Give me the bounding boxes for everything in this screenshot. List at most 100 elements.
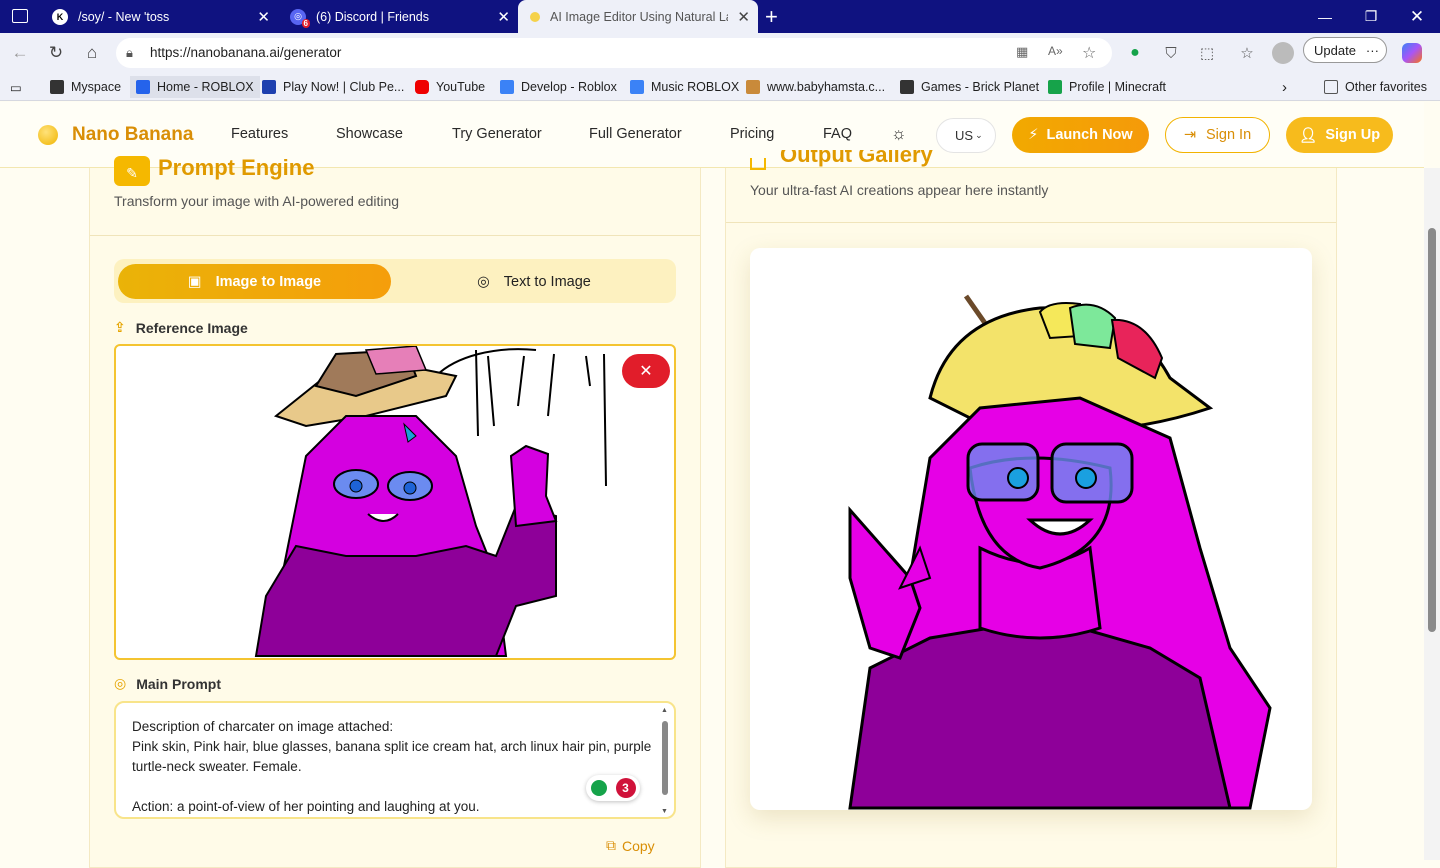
banana-logo-icon bbox=[38, 125, 58, 145]
scroll-down-icon[interactable]: ▼ bbox=[661, 808, 668, 815]
scroll-up-icon[interactable]: ▲ bbox=[661, 707, 668, 714]
language-value: US bbox=[955, 128, 974, 143]
scroll-thumb[interactable] bbox=[1428, 228, 1436, 632]
nav-faq[interactable]: FAQ bbox=[823, 126, 852, 142]
update-button[interactable]: Update ··· bbox=[1303, 37, 1387, 63]
close-icon[interactable]: ✕ bbox=[737, 8, 750, 26]
tab-discord[interactable]: ◎ 6 (6) Discord | Friends ✕ bbox=[278, 0, 518, 33]
main-prompt-label: ◎ Main Prompt bbox=[114, 675, 221, 692]
favorite-star-icon[interactable]: ☆ bbox=[1082, 43, 1096, 63]
creeper-icon bbox=[1048, 80, 1062, 94]
bookmark-home-roblox[interactable]: Home - ROBLOX bbox=[130, 76, 260, 98]
target-icon: ◎ bbox=[114, 675, 127, 691]
reference-image-dropzone[interactable]: ✕ bbox=[114, 344, 676, 660]
grammarly-count: 3 bbox=[615, 778, 636, 798]
sign-up-button[interactable]: 👤︎ Sign Up bbox=[1286, 117, 1393, 153]
extensions-icon[interactable]: ⬚ bbox=[1195, 41, 1219, 65]
youtube-icon bbox=[415, 80, 429, 94]
app-available-icon[interactable]: ▦ bbox=[1016, 44, 1028, 60]
browser-tab-bar: K /soy/ - New 'toss ✕ ◎ 6 (6) Discord | F… bbox=[0, 0, 1440, 33]
nav-full-generator[interactable]: Full Generator bbox=[589, 126, 682, 142]
launch-now-button[interactable]: ⚡︎ Launch Now bbox=[1012, 117, 1149, 153]
close-icon[interactable]: ✕ bbox=[257, 8, 270, 26]
other-favorites[interactable]: Other favorites bbox=[1324, 78, 1427, 96]
roblox-studio-icon bbox=[630, 80, 644, 94]
text-to-image-tab[interactable]: ◎ Text to Image bbox=[404, 264, 664, 299]
bookmark-develop-roblox[interactable]: Develop - Roblox bbox=[500, 78, 617, 96]
restore-button[interactable]: ❐ bbox=[1348, 0, 1394, 33]
grammarly-widget[interactable]: 3 bbox=[586, 775, 640, 801]
update-label: Update bbox=[1314, 42, 1356, 58]
bookmark-label: Other favorites bbox=[1345, 80, 1427, 94]
k-logo-icon: K bbox=[52, 8, 68, 25]
nav-try-generator[interactable]: Try Generator bbox=[452, 126, 542, 142]
back-button[interactable]: ← bbox=[8, 41, 32, 65]
output-image-frame[interactable] bbox=[750, 248, 1312, 810]
sparkle-icon: ◎ bbox=[477, 273, 490, 290]
grammarly-bulb-icon bbox=[590, 780, 607, 796]
tab-nanobanana[interactable]: AI Image Editor Using Natural Lan ✕ bbox=[518, 0, 758, 33]
theme-toggle-sun-icon[interactable]: ☼ bbox=[891, 124, 907, 144]
bookmark-myspace[interactable]: Myspace bbox=[50, 78, 121, 96]
page-scrollbar[interactable] bbox=[1424, 168, 1440, 860]
brand-name: Nano Banana bbox=[72, 124, 194, 145]
chevron-right-icon[interactable]: › bbox=[1282, 78, 1287, 96]
url-field[interactable]: 🔒︎ https://nanobanana.ai/generator ▦ A» … bbox=[116, 38, 1112, 68]
ublock-icon[interactable]: ⛉ bbox=[1159, 41, 1183, 65]
sign-in-button[interactable]: ⇥ Sign In bbox=[1165, 117, 1270, 153]
close-window-button[interactable]: ✕ bbox=[1394, 0, 1440, 33]
bookmark-label: Develop - Roblox bbox=[521, 80, 617, 94]
main-prompt-textarea[interactable]: Description of charcater on image attach… bbox=[114, 701, 676, 819]
refresh-button[interactable]: ↻ bbox=[44, 41, 68, 65]
reference-image bbox=[254, 346, 607, 657]
banana-icon bbox=[530, 11, 540, 22]
bookmark-youtube[interactable]: YouTube bbox=[415, 78, 485, 96]
bookmark-brick-planet[interactable]: Games - Brick Planet bbox=[900, 78, 1039, 96]
bookmark-club-penguin[interactable]: Play Now! | Club Pe... bbox=[262, 78, 404, 96]
chevron-down-icon: ⌄ bbox=[975, 130, 983, 140]
bookmark-label: Home - ROBLOX bbox=[157, 80, 254, 94]
nav-showcase[interactable]: Showcase bbox=[336, 126, 403, 142]
more-icon: ··· bbox=[1365, 42, 1379, 58]
minimize-button[interactable]: — bbox=[1302, 0, 1348, 33]
bookmark-babyhamsta[interactable]: www.babyhamsta.c... bbox=[746, 78, 885, 96]
bookmark-minecraft[interactable]: Profile | Minecraft bbox=[1048, 78, 1166, 96]
nav-features[interactable]: Features bbox=[231, 126, 288, 142]
notification-badge: 6 bbox=[301, 18, 310, 28]
panel-title: Output Gallery bbox=[780, 150, 933, 167]
copy-button[interactable]: ⧉ Copy bbox=[606, 837, 655, 854]
bookmark-music-roblox[interactable]: Music ROBLOX bbox=[630, 78, 739, 96]
new-tab-button[interactable]: + bbox=[765, 4, 778, 30]
roblox-studio-icon bbox=[500, 80, 514, 94]
login-icon: ⇥ bbox=[1183, 127, 1196, 143]
address-bar-row: ← ↻ ⌂ 🔒︎ https://nanobanana.ai/generator… bbox=[0, 33, 1440, 73]
scroll-thumb[interactable] bbox=[662, 721, 668, 795]
close-icon[interactable]: ✕ bbox=[497, 8, 510, 26]
grammarly-icon[interactable]: ● bbox=[1123, 41, 1147, 65]
apps-icon bbox=[50, 80, 64, 94]
home-button[interactable]: ⌂ bbox=[80, 41, 104, 65]
copilot-icon[interactable] bbox=[1400, 41, 1424, 65]
roblox-icon bbox=[136, 80, 150, 94]
brick-planet-icon bbox=[900, 80, 914, 94]
nav-pricing[interactable]: Pricing bbox=[730, 126, 774, 142]
mode-switch: ▣ Image to Image ◎ Text to Image bbox=[114, 259, 676, 303]
tab-actions-icon[interactable] bbox=[12, 9, 28, 23]
language-select[interactable]: US ⌄ bbox=[936, 118, 996, 153]
penguin-icon bbox=[262, 80, 276, 94]
textarea-scrollbar[interactable]: ▲ ▼ bbox=[660, 707, 670, 815]
image-to-image-tab[interactable]: ▣ Image to Image bbox=[118, 264, 391, 299]
site-info-icon[interactable]: 🔒︎ bbox=[126, 45, 133, 61]
remove-image-button[interactable]: ✕ bbox=[622, 354, 670, 388]
copy-label: Copy bbox=[622, 837, 655, 854]
hamster-icon bbox=[746, 80, 760, 94]
profile-avatar[interactable] bbox=[1271, 41, 1295, 65]
reading-view-icon[interactable]: ▭ bbox=[10, 78, 22, 96]
favorites-icon[interactable]: ☆ bbox=[1235, 41, 1259, 65]
panel-title: Prompt Engine bbox=[158, 155, 315, 180]
bookmark-label: Music ROBLOX bbox=[651, 80, 740, 94]
brand-logo[interactable]: Nano Banana bbox=[38, 124, 193, 146]
tab-soy[interactable]: K /soy/ - New 'toss ✕ bbox=[40, 0, 278, 33]
output-gallery-panel: Output Gallery Your ultra-fast AI creati… bbox=[725, 150, 1337, 868]
read-aloud-icon[interactable]: A» bbox=[1048, 44, 1063, 58]
